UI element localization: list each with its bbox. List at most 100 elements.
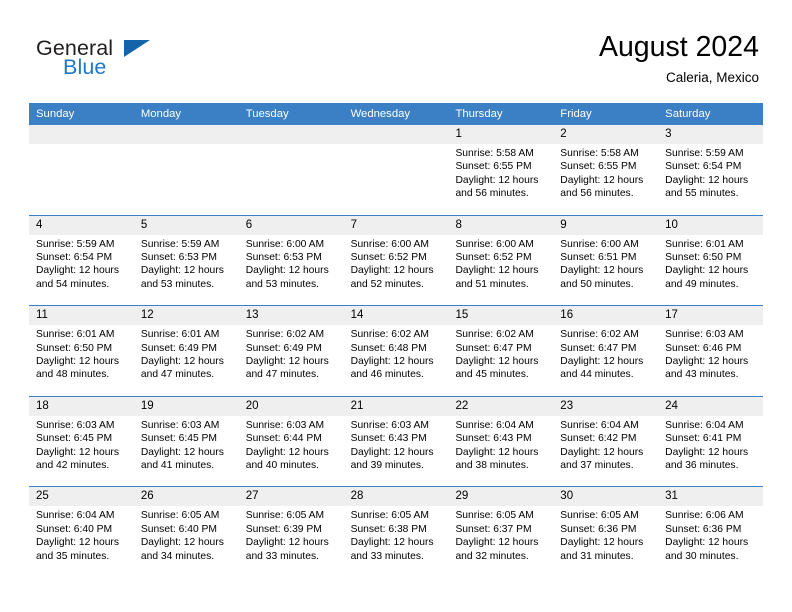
calendar-day-cell[interactable]: 19 Sunrise: 6:03 AM Sunset: 6:45 PM Dayligh…: [133, 396, 239, 487]
sunrise-text: Sunrise: 6:03 AM: [140, 419, 220, 431]
calendar-day-cell[interactable]: 10 Sunrise: 6:01 AM Sunset: 6:50 PM Dayligh…: [658, 215, 764, 306]
calendar-day-cell[interactable]: 3 Sunrise: 5:59 AM Sunset: 6:54 PM Daylight…: [658, 125, 764, 215]
sunset-text: Sunset: 6:44 PM: [245, 433, 322, 445]
calendar-day-cell[interactable]: 14 Sunrise: 6:02 AM Sunset: 6:48 PM Dayligh…: [343, 306, 449, 396]
day-number: 30: [553, 487, 659, 507]
day-number: 25: [29, 487, 134, 507]
day-number: 26: [133, 487, 239, 507]
day-details: Sunrise: 6:02 AM Sunset: 6:47 PM Daylight:…: [448, 325, 553, 382]
sunrise-text: Sunrise: 6:00 AM: [560, 238, 639, 250]
sunrise-text: Sunrise: 6:02 AM: [350, 329, 429, 341]
calendar-day-cell[interactable]: 23 Sunrise: 6:04 AM Sunset: 6:42 PM Dayligh…: [553, 396, 659, 487]
daylight-text-line2: and 52 minutes.: [350, 278, 424, 290]
sunset-text: Sunset: 6:50 PM: [36, 342, 113, 354]
daylight-text-line2: and 31 minutes.: [560, 550, 634, 562]
day-number: 3: [658, 125, 764, 144]
calendar-day-cell[interactable]: 20 Sunrise: 6:03 AM Sunset: 6:44 PM Dayligh…: [238, 396, 344, 487]
day-number: 31: [658, 487, 764, 507]
day-number: 9: [553, 215, 659, 235]
sunset-text: Sunset: 6:54 PM: [36, 252, 113, 263]
daylight-text-line1: Daylight: 12 hours: [560, 537, 644, 549]
page-subtitle: Caleria, Mexico: [665, 70, 759, 85]
daylight-text-line2: and 56 minutes.: [560, 188, 634, 200]
day-number: 28: [343, 487, 449, 507]
sunset-text: Sunset: 6:41 PM: [665, 433, 742, 445]
calendar-day-cell[interactable]: 16 Sunrise: 6:02 AM Sunset: 6:47 PM Dayligh…: [553, 306, 659, 396]
calendar-day-cell[interactable]: 1 Sunrise: 5:58 AM Sunset: 6:55 PM Daylight…: [448, 125, 554, 215]
calendar-day-cell[interactable]: 24 Sunrise: 6:04 AM Sunset: 6:41 PM Dayligh…: [658, 396, 764, 487]
brand-logo[interactable]: General Blue: [36, 37, 266, 93]
calendar-day-cell[interactable]: 22 Sunrise: 6:04 AM Sunset: 6:43 PM Dayligh…: [448, 396, 554, 487]
day-details: Sunrise: 6:04 AM Sunset: 6:41 PM Daylight:…: [658, 416, 763, 473]
calendar-day-cell[interactable]: 15 Sunrise: 6:02 AM Sunset: 6:47 PM Dayligh…: [448, 306, 554, 396]
calendar-day-cell[interactable]: 31 Sunrise: 6:06 AM Sunset: 6:36 PM Dayligh…: [658, 487, 764, 577]
calendar-day-cell[interactable]: 25 Sunrise: 6:04 AM Sunset: 6:40 PM Dayligh…: [29, 487, 134, 577]
day-number: [133, 125, 239, 144]
day-details: Sunrise: 6:06 AM Sunset: 6:36 PM Daylight:…: [658, 506, 763, 563]
daylight-text-line2: and 38 minutes.: [455, 460, 529, 471]
calendar-week-row: 4 Sunrise: 5:59 AM Sunset: 6:54 PM Daylight…: [29, 214, 764, 306]
calendar-day-cell[interactable]: 12 Sunrise: 6:01 AM Sunset: 6:49 PM Dayligh…: [133, 306, 239, 396]
day-number: 7: [343, 215, 449, 235]
daylight-text-line2: and 46 minutes.: [350, 369, 424, 381]
calendar-day-cell[interactable]: 8 Sunrise: 6:00 AM Sunset: 6:52 PM Daylight…: [448, 215, 554, 306]
calendar-day-cell[interactable]: 9 Sunrise: 6:00 AM Sunset: 6:51 PM Daylight…: [553, 215, 659, 306]
page-header: General Blue August 2024 Caleria, Mexico: [0, 0, 792, 103]
daylight-text-line1: Daylight: 12 hours: [245, 265, 329, 277]
sunrise-text: Sunrise: 5:59 AM: [140, 238, 220, 250]
calendar-day-cell[interactable]: 29 Sunrise: 6:05 AM Sunset: 6:37 PM Dayligh…: [448, 487, 554, 577]
calendar-day-cell[interactable]: 28 Sunrise: 6:05 AM Sunset: 6:38 PM Dayligh…: [343, 487, 449, 577]
sunrise-text: Sunrise: 6:05 AM: [560, 510, 639, 522]
calendar-day-cell[interactable]: 7 Sunrise: 6:00 AM Sunset: 6:52 PM Daylight…: [343, 215, 449, 306]
weekday-header-tuesday: Tuesday: [245, 108, 289, 120]
brand-name-blue: Blue: [63, 55, 107, 79]
calendar-day-cell[interactable]: 13 Sunrise: 6:02 AM Sunset: 6:49 PM Dayligh…: [238, 306, 344, 396]
calendar-day-cell[interactable]: 4 Sunrise: 5:59 AM Sunset: 6:54 PM Daylight…: [29, 215, 134, 306]
day-details: Sunrise: 6:05 AM Sunset: 6:37 PM Daylight:…: [448, 506, 553, 563]
sunset-text: Sunset: 6:47 PM: [455, 342, 532, 354]
sunset-text: Sunset: 6:53 PM: [245, 252, 322, 263]
sunrise-text: Sunrise: 5:59 AM: [36, 238, 115, 250]
day-details: Sunrise: 6:03 AM Sunset: 6:45 PM Daylight:…: [29, 416, 134, 473]
daylight-text-line1: Daylight: 12 hours: [455, 174, 539, 186]
calendar-day-cell[interactable]: 11 Sunrise: 6:01 AM Sunset: 6:50 PM Dayligh…: [29, 306, 134, 396]
day-number: 13: [238, 306, 344, 326]
weekday-header-saturday: Saturday: [665, 108, 711, 120]
sunrise-text: Sunrise: 6:02 AM: [560, 329, 639, 341]
daylight-text-line2: and 33 minutes.: [245, 550, 319, 562]
day-number: 19: [133, 396, 239, 416]
calendar-weeks: 1 Sunrise: 5:58 AM Sunset: 6:55 PM Daylight…: [29, 125, 764, 577]
day-details: Sunrise: 6:05 AM Sunset: 6:39 PM Daylight:…: [239, 506, 344, 563]
daylight-text-line2: and 49 minutes.: [665, 278, 739, 290]
day-number: 12: [133, 306, 239, 326]
day-details: Sunrise: 6:01 AM Sunset: 6:50 PM Daylight:…: [29, 325, 134, 382]
day-number: 8: [448, 215, 554, 235]
sunset-text: Sunset: 6:45 PM: [140, 433, 217, 445]
day-details: Sunrise: 6:03 AM Sunset: 6:43 PM Daylight:…: [344, 416, 449, 473]
day-number: 11: [29, 306, 134, 326]
daylight-text-line2: and 44 minutes.: [560, 369, 634, 381]
sunrise-text: Sunrise: 6:06 AM: [665, 510, 744, 522]
sunset-text: Sunset: 6:54 PM: [665, 161, 742, 173]
sunset-text: Sunset: 6:43 PM: [455, 433, 532, 445]
calendar-day-cell[interactable]: 27 Sunrise: 6:05 AM Sunset: 6:39 PM Dayligh…: [238, 487, 344, 577]
calendar-day-cell[interactable]: 6 Sunrise: 6:00 AM Sunset: 6:53 PM Daylight…: [238, 215, 344, 306]
sunrise-text: Sunrise: 6:03 AM: [665, 329, 744, 341]
sunrise-text: Sunrise: 6:04 AM: [36, 510, 115, 522]
daylight-text-line2: and 33 minutes.: [350, 550, 424, 562]
calendar-day-cell[interactable]: 2 Sunrise: 5:58 AM Sunset: 6:55 PM Daylight…: [553, 125, 659, 215]
sunset-text: Sunset: 6:49 PM: [245, 342, 322, 354]
calendar-day-cell[interactable]: 21 Sunrise: 6:03 AM Sunset: 6:43 PM Dayligh…: [343, 396, 449, 487]
calendar-day-cell[interactable]: 26 Sunrise: 6:05 AM Sunset: 6:40 PM Dayligh…: [133, 487, 239, 577]
sunset-text: Sunset: 6:52 PM: [350, 252, 427, 263]
calendar-day-cell[interactable]: 30 Sunrise: 6:05 AM Sunset: 6:36 PM Dayligh…: [553, 487, 659, 577]
daylight-text-line2: and 35 minutes.: [36, 550, 110, 562]
calendar-day-cell[interactable]: 17 Sunrise: 6:03 AM Sunset: 6:46 PM Dayligh…: [658, 306, 764, 396]
calendar-day-cell[interactable]: 18 Sunrise: 6:03 AM Sunset: 6:45 PM Dayligh…: [29, 396, 134, 487]
day-details: Sunrise: 6:00 AM Sunset: 6:52 PM Daylight:…: [344, 235, 449, 292]
daylight-text-line1: Daylight: 12 hours: [560, 174, 644, 186]
sunrise-text: Sunrise: 6:02 AM: [245, 329, 325, 341]
daylight-text-line2: and 39 minutes.: [350, 460, 424, 471]
title-block: August 2024 Caleria, Mexico: [599, 30, 759, 87]
calendar-day-cell[interactable]: 5 Sunrise: 5:59 AM Sunset: 6:53 PM Daylight…: [133, 215, 239, 306]
